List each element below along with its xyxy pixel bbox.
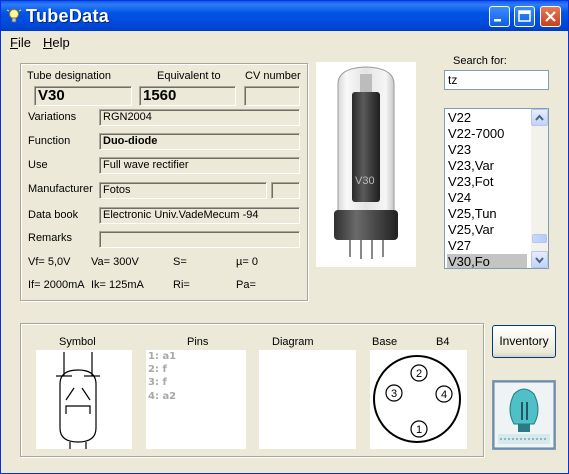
param-if: If= 2000mA (28, 279, 85, 291)
menu-file[interactable]: File (10, 35, 31, 50)
result-item[interactable]: V22-7000 (447, 126, 504, 142)
variations-label: Variations (28, 111, 77, 123)
menu-bar: File Help (1, 31, 568, 52)
scroll-up-icon (535, 114, 544, 121)
function-field[interactable]: Duo-diode (99, 133, 300, 150)
result-item[interactable]: V27 (447, 238, 471, 254)
scroll-thumb[interactable] (532, 234, 547, 243)
manufacturer-extra-field[interactable] (271, 182, 300, 199)
maximize-icon (518, 10, 531, 22)
base-pin-number: 2 (416, 368, 422, 380)
remarks-label: Remarks (28, 232, 73, 244)
symbol-label: Symbol (59, 336, 96, 348)
base-code-label: B4 (436, 336, 450, 348)
base-pin-number: 3 (391, 388, 397, 400)
manufacturer-label: Manufacturer (28, 183, 93, 195)
param-va: Va= 300V (91, 256, 139, 268)
diagram-label: Diagram (272, 336, 314, 348)
param-pa: Pa= (236, 279, 256, 291)
scroll-down-icon (535, 257, 544, 264)
minimize-button[interactable] (489, 6, 510, 27)
duo-diode-symbol (56, 352, 100, 449)
data-book-field[interactable]: Electronic Univ.VadeMecum -94 (99, 207, 300, 224)
result-item[interactable]: V30,Fo (447, 254, 527, 268)
close-icon (545, 11, 556, 22)
logo-image (492, 380, 556, 450)
base-pin-number: 1 (416, 424, 422, 436)
search-label: Search for: (453, 55, 507, 67)
result-item[interactable]: V25,Var (447, 222, 494, 238)
base-panel: 2 3 4 1 (370, 350, 467, 449)
tube-marking-text: V30 (355, 175, 375, 187)
results-listbox[interactable]: V22 V22-7000 V23 V23,Var V23,Fot V24 V25,Tun V2… (444, 108, 549, 269)
base-label: Base (372, 336, 398, 348)
variations-field[interactable]: RGN2004 (99, 109, 300, 126)
cv-number-label: CV number (245, 70, 301, 82)
tube-designation-field[interactable]: V30 (34, 86, 132, 106)
tube-logo-icon (493, 381, 555, 449)
scroll-down-button[interactable] (531, 251, 548, 268)
diagram-panel (259, 350, 356, 449)
tube-photo: V30 (316, 62, 416, 267)
pin-line: 1: a1 (148, 351, 177, 362)
tube-designation-label: Tube designation (27, 70, 111, 82)
pins-label: Pins (187, 336, 209, 348)
function-label: Function (28, 135, 71, 147)
param-s: S= (173, 256, 187, 268)
maximize-button[interactable] (514, 6, 535, 27)
result-item[interactable]: V23,Fot (447, 174, 494, 190)
tube-photo-image: V30 (334, 66, 398, 259)
use-label: Use (28, 159, 48, 171)
tubedata-window: TubeData File Help Tube designation Equi… (0, 0, 569, 474)
pin-line: 2: f (148, 364, 167, 375)
close-button[interactable] (540, 6, 561, 27)
inventory-button[interactable]: Inventory (492, 325, 556, 358)
title-bar[interactable]: TubeData (1, 1, 568, 31)
manufacturer-field[interactable]: Fotos (99, 182, 267, 199)
equivalent-to-label: Equivalent to (157, 70, 221, 82)
param-mu: µ= 0 (236, 256, 258, 268)
result-item[interactable]: V23,Var (447, 158, 494, 174)
symbol-panel (36, 350, 132, 449)
scroll-up-button[interactable] (531, 109, 548, 126)
result-item[interactable]: V24 (447, 190, 471, 206)
bulb-icon (6, 9, 22, 23)
pin-line: 4: a2 (148, 391, 177, 402)
data-book-label: Data book (28, 209, 79, 221)
remarks-field[interactable] (99, 231, 300, 248)
result-item[interactable]: V25,Tun (447, 206, 497, 222)
param-ri: Ri= (173, 279, 190, 291)
search-input[interactable] (444, 70, 549, 90)
base-pinout-diagram: 2 3 4 1 (373, 355, 461, 443)
result-item[interactable]: V22 (447, 110, 471, 126)
param-vf: Vf= 5,0V (28, 256, 71, 268)
cv-number-field[interactable] (244, 86, 300, 106)
results-scrollbar[interactable] (531, 109, 548, 268)
result-item[interactable]: V23 (447, 142, 471, 158)
window-title: TubeData (26, 6, 110, 26)
menu-help[interactable]: Help (43, 35, 70, 50)
base-pin-number: 4 (441, 389, 447, 401)
pin-line: 3: f (148, 377, 167, 388)
param-ik: Ik= 125mA (91, 279, 144, 291)
use-field[interactable]: Full wave rectifier (99, 157, 300, 174)
pins-panel: 1: a1 2: f 3: f 4: a2 (146, 350, 246, 449)
equivalent-to-field[interactable]: 1560 (139, 86, 236, 106)
minimize-icon (494, 19, 501, 22)
